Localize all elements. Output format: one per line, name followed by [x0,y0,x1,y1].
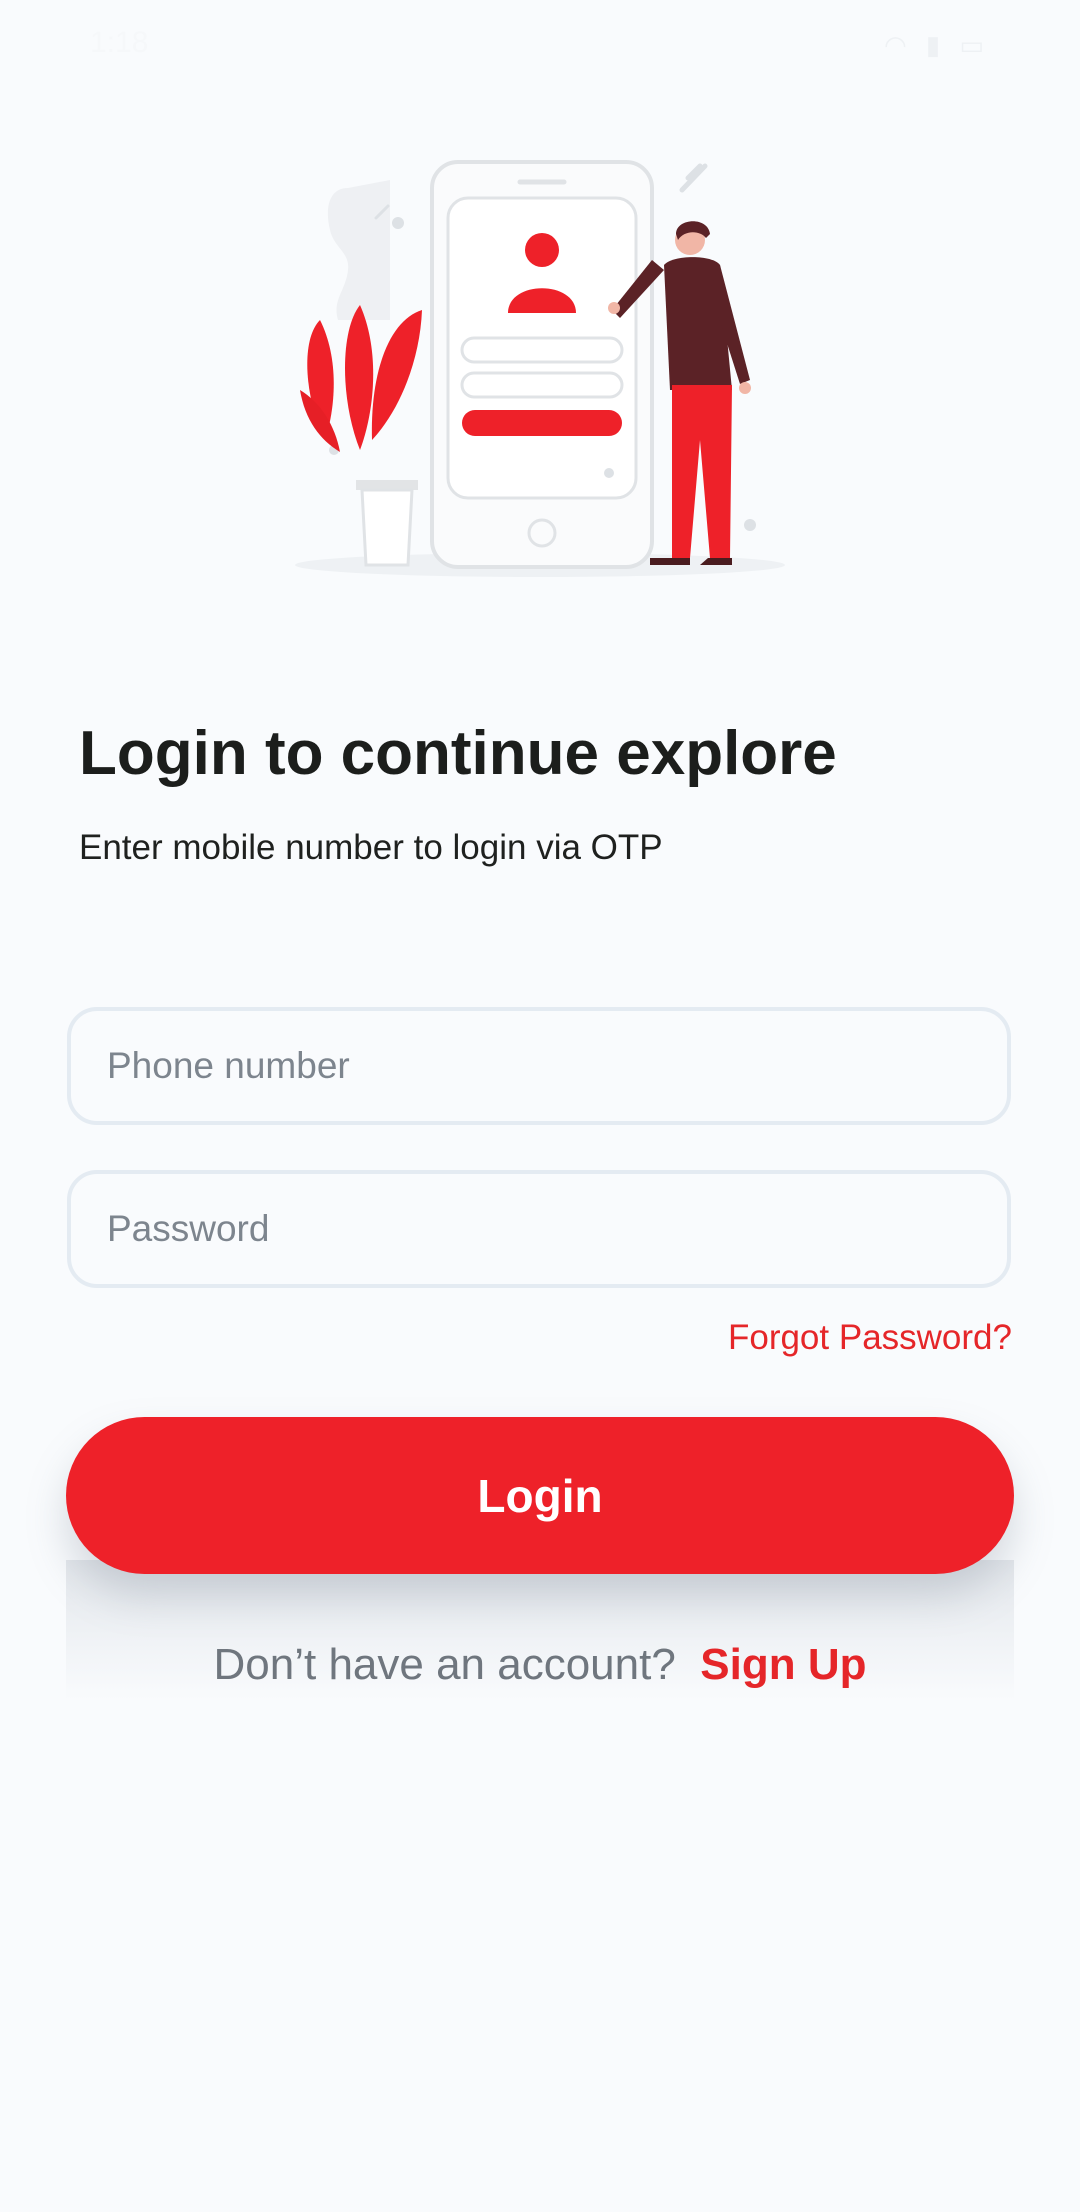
login-illustration [295,160,785,577]
status-time: 1:18 [90,26,149,59]
password-input[interactable] [71,1174,1007,1284]
status-icons: ◠ ▮ ▭ [884,30,990,61]
status-bar: 1:18 ◠ ▮ ▭ [0,0,1080,84]
signup-prompt: Don’t have an account? [213,1640,676,1689]
wifi-icon: ◠ [883,30,913,60]
password-field[interactable] [67,1170,1011,1288]
phone-number-field[interactable] [67,1007,1011,1125]
page-subtitle: Enter mobile number to login via OTP [79,828,663,867]
signup-link[interactable]: Sign Up [700,1640,866,1689]
signal-icon: ▮ [925,30,947,60]
page-title: Login to continue explore [79,719,837,788]
phone-number-input[interactable] [71,1011,1007,1121]
forgot-password-link[interactable]: Forgot Password? [728,1318,1012,1358]
signup-row: Don’t have an account? Sign Up [0,1640,1080,1690]
battery-icon: ▭ [959,30,990,60]
login-button[interactable]: Login [66,1417,1014,1574]
